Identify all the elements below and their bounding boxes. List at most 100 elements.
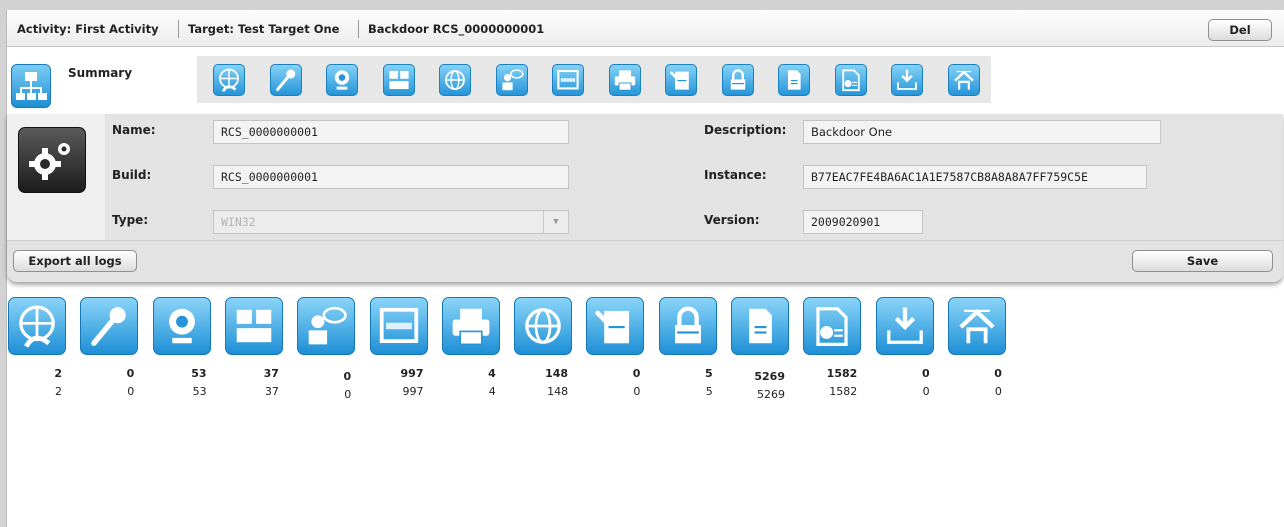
evidence-download-button[interactable]	[875, 297, 934, 355]
evidence-print-button[interactable]	[441, 297, 500, 355]
delete-button[interactable]: Del	[1208, 19, 1272, 41]
name-label: Name:	[112, 123, 156, 137]
evidence-file-capture-button[interactable]	[803, 297, 862, 355]
evidence-total-count: 5269	[754, 370, 785, 383]
evidence-total-count: 2	[54, 367, 62, 380]
summary-label: Summary	[68, 66, 133, 80]
evidence-keylog-button[interactable]	[224, 297, 283, 355]
webcam-icon	[334, 70, 350, 90]
tab-url[interactable]	[439, 64, 471, 96]
tab-keylog[interactable]	[382, 64, 415, 96]
keylog-icon	[236, 309, 272, 343]
tab-download[interactable]	[891, 64, 923, 96]
breadcrumb-separator	[178, 20, 179, 38]
evidence-webcam-button[interactable]	[152, 297, 211, 355]
type-select[interactable]: WIN32 ▼	[213, 210, 569, 234]
evidence-total-count: 5	[705, 367, 713, 380]
chat-icon	[308, 306, 347, 345]
evidence-phone-button[interactable]	[8, 297, 66, 355]
breadcrumb-target[interactable]: Target: Test Target One	[188, 22, 339, 36]
evidence-current-count: 37	[264, 385, 279, 398]
chevron-down-icon: ▼	[543, 211, 568, 233]
tab-phone[interactable]	[213, 64, 245, 96]
tab-screenshot[interactable]	[552, 64, 584, 96]
screenshot-icon	[557, 69, 579, 90]
breadcrumb-activity[interactable]: Activity: First Activity	[17, 22, 159, 36]
evidence-current-count: 0	[994, 385, 1002, 398]
password-icon	[730, 69, 745, 90]
print-icon	[452, 308, 490, 346]
breadcrumb-backdoor: Backdoor RCS_0000000001	[368, 22, 545, 36]
instance-label: Instance:	[704, 168, 767, 182]
upload-icon	[953, 70, 974, 90]
tab-microphone[interactable]	[269, 64, 302, 96]
evidence-current-count: 0	[127, 385, 135, 398]
file-icon	[788, 70, 801, 90]
tab-upload[interactable]	[947, 64, 980, 96]
evidence-current-count: 5269	[757, 388, 785, 401]
evidence-current-count: 4	[488, 385, 496, 398]
clipboard-icon	[595, 310, 630, 344]
file-capture-icon	[841, 69, 860, 92]
evidence-microphone-button[interactable]	[80, 297, 139, 355]
clipboard-icon	[670, 71, 689, 90]
password-icon	[674, 306, 701, 344]
tab-chat[interactable]	[495, 64, 528, 96]
download-icon	[897, 69, 917, 90]
export-all-logs-button[interactable]: Export all logs	[13, 250, 137, 272]
evidence-total-count: 148	[545, 367, 569, 380]
panel-icon-area	[7, 114, 105, 240]
tab-clipboard[interactable]	[665, 64, 697, 96]
evidence-url-button[interactable]	[514, 297, 573, 355]
phone-icon	[219, 68, 239, 93]
url-icon	[445, 70, 465, 90]
tab-password[interactable]	[721, 64, 754, 96]
build-label: Build:	[112, 168, 152, 182]
evidence-total-count: 0	[343, 370, 352, 383]
description-field[interactable]: Backdoor One	[803, 120, 1161, 144]
evidence-password-button[interactable]	[658, 297, 717, 355]
panel-action-bar: Export all logs Save	[7, 240, 1283, 283]
backdoor-page: Activity: First Activity Target: Test Ta…	[6, 10, 1284, 527]
version-field[interactable]: 2009020901	[803, 210, 923, 234]
microphone-icon	[91, 307, 127, 346]
webcam-icon	[168, 308, 195, 344]
phone-icon	[19, 305, 55, 348]
breadcrumb: Activity: First Activity Target: Test Ta…	[7, 10, 1284, 47]
evidence-upload-button[interactable]	[947, 297, 1006, 355]
evidence-total-count: 1582	[826, 367, 858, 380]
keylog-icon	[388, 71, 409, 89]
tab-file-capture[interactable]	[834, 64, 867, 96]
upload-icon	[959, 309, 995, 344]
download-icon	[886, 307, 923, 344]
save-button[interactable]: Save	[1132, 250, 1273, 272]
evidence-current-count: 1582	[829, 385, 858, 398]
evidence-total-count: 0	[994, 367, 1002, 380]
evidence-current-count: 53	[192, 385, 207, 398]
evidence-total-count: 4	[488, 367, 496, 380]
evidence-current-count: 0	[344, 388, 352, 401]
name-field[interactable]: RCS_0000000001	[213, 120, 569, 144]
tab-webcam[interactable]	[326, 64, 358, 96]
summary-network-icon[interactable]	[11, 64, 51, 108]
tab-print[interactable]	[608, 64, 641, 96]
chat-icon	[501, 69, 524, 91]
url-icon	[525, 308, 561, 344]
description-label: Description:	[704, 123, 787, 137]
evidence-chat-button[interactable]	[297, 297, 356, 355]
evidence-total-count: 997	[400, 367, 424, 380]
evidence-current-count: 0	[633, 385, 641, 398]
evidence-file-button[interactable]	[731, 297, 789, 355]
evidence-current-count: 5	[705, 385, 713, 398]
evidence-clipboard-button[interactable]	[586, 297, 645, 355]
microphone-icon	[275, 69, 295, 92]
print-icon	[614, 70, 635, 91]
build-field[interactable]: RCS_0000000001	[213, 165, 569, 189]
evidence-screenshot-button[interactable]	[369, 297, 428, 355]
breadcrumb-separator	[358, 20, 359, 38]
instance-field[interactable]: B77EAC7FE4BA6AC1A1E7587CB8A8A8A7FF759C5E	[803, 165, 1147, 189]
screenshot-icon	[379, 307, 418, 344]
evidence-current-count: 0	[922, 385, 930, 398]
tab-file[interactable]	[778, 64, 810, 96]
evidence-current-count: 148	[547, 385, 569, 398]
